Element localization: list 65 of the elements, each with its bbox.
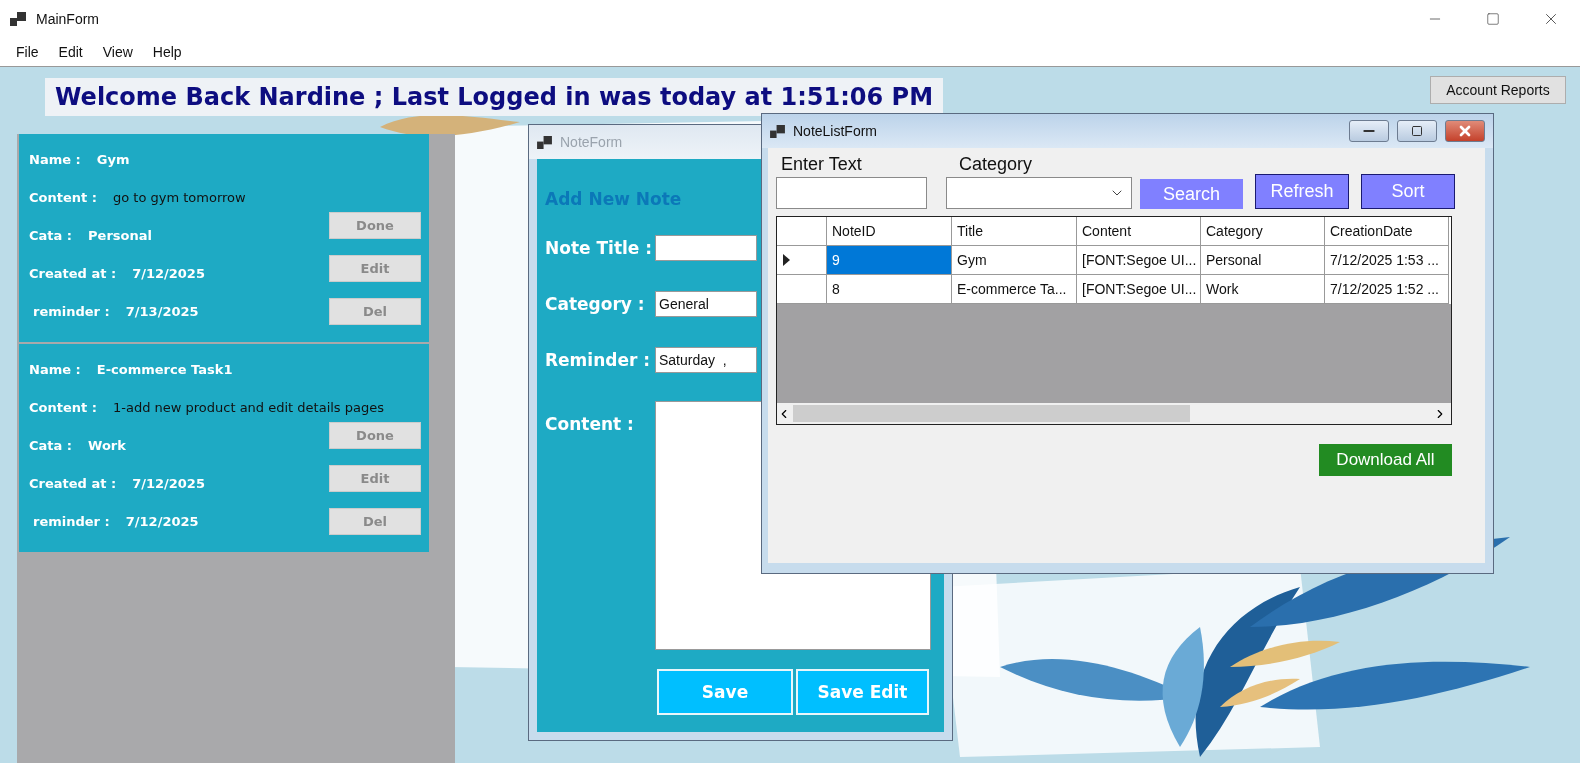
column-header[interactable]: Title	[952, 217, 1077, 246]
table-cell: Gym	[952, 246, 1077, 275]
field-value: Gym	[96, 151, 130, 167]
table-cell: 7/12/2025 1:52 ...	[1325, 275, 1449, 304]
field-label: Created at :	[29, 475, 117, 491]
input-field[interactable]: Saturday ,	[655, 347, 757, 373]
field-label: Reminder :	[545, 349, 652, 372]
input-field[interactable]: General	[655, 291, 757, 317]
field-value: 7/12/2025	[132, 265, 205, 281]
field-value: 7/12/2025	[132, 475, 205, 491]
field-label: Name :	[29, 151, 81, 167]
app-icon	[10, 12, 26, 26]
field-value: 7/13/2025	[125, 303, 199, 319]
close-icon[interactable]	[1445, 120, 1485, 142]
column-header[interactable]: Category	[1201, 217, 1325, 246]
table-cell: [FONT:Segoe UI...	[1077, 246, 1201, 275]
field-label: Note Title :	[545, 237, 654, 260]
table-cell: 8	[827, 275, 952, 304]
download-all-button[interactable]: Download All	[1319, 444, 1452, 476]
table-cell: E-commerce Ta...	[952, 275, 1077, 304]
input-field[interactable]	[655, 235, 757, 261]
table-cell: Personal	[1201, 246, 1325, 275]
account-reports-button[interactable]: Account Reports	[1430, 76, 1566, 104]
window-title: MainForm	[36, 11, 100, 27]
scroll-bar[interactable]	[777, 403, 1451, 424]
field-label: Name :	[29, 361, 81, 377]
field-label: Cata :	[29, 227, 73, 243]
menu-item[interactable]: Help	[142, 44, 192, 60]
field-value: Work	[88, 437, 126, 453]
search-field[interactable]	[776, 177, 927, 209]
minimize-icon[interactable]	[1349, 120, 1389, 142]
field-label: Category :	[545, 293, 646, 316]
column-header[interactable]: NoteID	[827, 217, 952, 246]
window-title: NoteForm	[560, 134, 624, 150]
maximize-icon[interactable]	[1397, 120, 1437, 142]
field-label: Created at :	[29, 265, 117, 281]
table-cell: 9	[827, 246, 952, 275]
menu-item[interactable]: File	[6, 44, 49, 60]
table-cell: [FONT:Segoe UI...	[1077, 275, 1201, 304]
menu-item[interactable]: Edit	[48, 44, 93, 60]
table-cell: Work	[1201, 275, 1325, 304]
field-value: go to gym tomorrow	[112, 189, 246, 205]
field-value: E-commerce Task1	[96, 361, 233, 377]
field-value: 1-add new product and edit details pages	[112, 399, 385, 415]
window-title: NoteListForm	[793, 123, 879, 139]
field-label: Enter Text	[780, 154, 863, 175]
field-label: Cata :	[29, 437, 73, 453]
app-icon	[537, 135, 552, 149]
field-label: Content :	[29, 399, 97, 415]
field-label: reminder :	[33, 303, 110, 319]
column-header[interactable]: CreationDate	[1325, 217, 1449, 246]
welcome-label: Welcome Back Nardine ; Last Logged in was today at 1:51:06 PM	[45, 78, 944, 116]
column-header[interactable]: Content	[1077, 217, 1201, 246]
row-header[interactable]	[777, 246, 827, 275]
field-value: Personal	[88, 227, 152, 243]
app-icon	[770, 124, 785, 138]
table-cell: 7/12/2025 1:53 ...	[1325, 246, 1449, 275]
row-pointer-icon	[783, 254, 790, 266]
menu-item[interactable]: View	[92, 44, 143, 60]
field-label: Category	[958, 154, 1034, 175]
field-label: reminder :	[33, 513, 110, 529]
field-value: 7/12/2025	[125, 513, 199, 529]
field-label: Content :	[545, 413, 635, 436]
field-label: Content :	[29, 189, 97, 205]
category-dropdown[interactable]	[946, 177, 1132, 209]
